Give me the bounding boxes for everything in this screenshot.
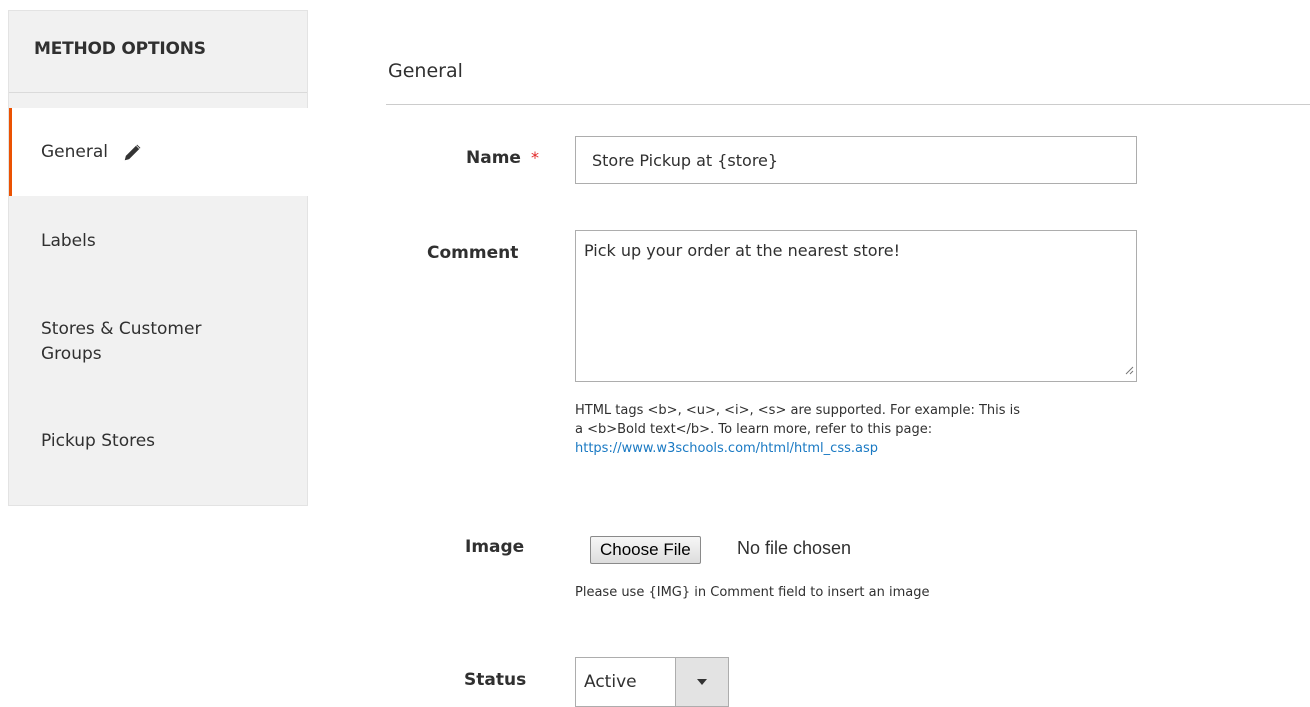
comment-field-label: Comment — [427, 243, 519, 263]
file-status-text: No file chosen — [737, 538, 852, 558]
w3schools-link[interactable]: https://www.w3schools.com/html/html_css.… — [575, 441, 878, 456]
name-input[interactable]: Store Pickup at {store} — [575, 136, 1137, 184]
name-label-text: Name — [466, 148, 521, 168]
comment-note-line2: a <b>Bold text</b>. To learn more, refer… — [575, 422, 933, 437]
status-select-value: Active — [584, 672, 637, 692]
comment-textarea[interactable]: Pick up your order at the nearest store! — [575, 230, 1137, 382]
method-options-sidebar: METHOD OPTIONS General Labels Stores & C… — [8, 10, 309, 506]
sidebar-item-label: Stores & Customer Groups — [41, 319, 202, 364]
sidebar-item-pickup-stores[interactable]: Pickup Stores — [9, 431, 309, 451]
sidebar-title: METHOD OPTIONS — [9, 11, 307, 93]
section-divider — [386, 104, 1310, 105]
sidebar-item-stores-customer-groups[interactable]: Stores & Customer Groups — [9, 317, 239, 367]
image-help-note: Please use {IMG} in Comment field to ins… — [575, 585, 930, 600]
comment-textarea-value: Pick up your order at the nearest store! — [584, 241, 901, 260]
sidebar-item-labels[interactable]: Labels — [9, 231, 309, 251]
resize-grip-icon[interactable] — [1124, 360, 1134, 379]
section-title: General — [388, 60, 463, 82]
sidebar-item-general[interactable]: General — [9, 108, 309, 196]
image-field-label: Image — [465, 537, 525, 557]
comment-note-line1: HTML tags <b>, <u>, <i>, <s> are support… — [575, 403, 1021, 418]
status-field-label: Status — [464, 670, 527, 690]
name-input-value: Store Pickup at {store} — [592, 150, 779, 170]
sidebar-item-label: General — [41, 142, 108, 162]
sidebar-item-label: Labels — [41, 231, 96, 251]
choose-file-button[interactable]: Choose File — [590, 536, 701, 564]
pencil-icon — [122, 141, 144, 163]
name-field-label: Name * — [466, 148, 539, 168]
comment-help-note: HTML tags <b>, <u>, <i>, <s> are support… — [575, 401, 1020, 458]
status-select[interactable]: Active — [575, 657, 729, 707]
sidebar-item-label: Pickup Stores — [41, 431, 156, 451]
chevron-down-icon[interactable] — [675, 658, 728, 706]
required-marker: * — [530, 148, 539, 167]
